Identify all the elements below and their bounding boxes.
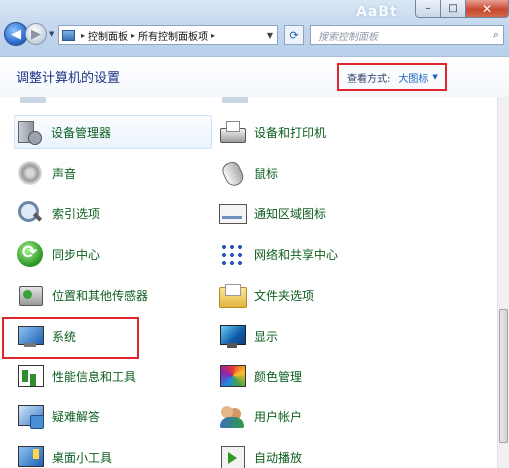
address-bar[interactable]: ▸ 控制面板 ▸ 所有控制面板项 ▸ ▼	[58, 25, 278, 45]
item-label: 鼠标	[254, 166, 279, 181]
breadcrumb-separator[interactable]: ▸	[211, 31, 215, 40]
performance-icon	[16, 362, 44, 390]
item-label: 位置和其他传感器	[52, 288, 149, 303]
item-location-sensors[interactable]: 位置和其他传感器	[16, 278, 148, 312]
chevron-down-icon[interactable]: ▼	[432, 73, 437, 81]
item-label: 索引选项	[52, 206, 101, 221]
breadcrumb-all-items[interactable]: 所有控制面板项	[138, 28, 208, 43]
item-label: 用户帐户	[254, 409, 303, 424]
address-dropdown-button[interactable]: ▼	[267, 31, 277, 40]
refresh-button[interactable]: ⟳	[284, 25, 304, 45]
item-mouse[interactable]: 鼠标	[218, 156, 278, 190]
breadcrumb-separator[interactable]: ▸	[131, 31, 135, 40]
item-autoplay[interactable]: 自动播放	[218, 440, 302, 468]
search-box[interactable]: 搜索控制面板 ⌕	[310, 25, 504, 45]
item-label: 通知区域图标	[254, 206, 327, 221]
item-label: 颜色管理	[254, 369, 303, 384]
user-accounts-icon	[218, 402, 246, 430]
scrollbar-thumb[interactable]	[499, 309, 508, 443]
item-user-accounts[interactable]: 用户帐户	[218, 399, 302, 433]
vertical-scrollbar[interactable]	[497, 97, 509, 468]
item-sync-center[interactable]: 同步中心	[16, 237, 100, 271]
control-panel-items: 设备管理器 设备和打印机 声音 鼠标 索引选项 通知区域图标 同步中心 网络和共…	[0, 97, 497, 468]
sync-center-icon	[16, 240, 44, 268]
item-label: 桌面小工具	[52, 450, 113, 465]
location-sensors-icon	[16, 281, 44, 309]
item-label: 设备管理器	[51, 125, 112, 140]
indexing-options-icon	[16, 199, 44, 227]
page-title: 调整计算机的设置	[16, 71, 121, 86]
desktop-gadgets-icon	[16, 443, 44, 468]
sound-icon	[16, 159, 44, 187]
view-by-control: 查看方式: 大图标 ▼	[337, 63, 447, 91]
item-device-manager[interactable]: 设备管理器	[14, 115, 212, 149]
item-performance[interactable]: 性能信息和工具	[16, 359, 136, 393]
brand-watermark: AaBt	[356, 4, 398, 20]
search-icon[interactable]: ⌕	[493, 28, 499, 42]
network-sharing-icon	[218, 240, 246, 268]
item-network-sharing[interactable]: 网络和共享中心	[218, 237, 338, 271]
troubleshooting-icon	[16, 402, 44, 430]
item-label: 性能信息和工具	[52, 369, 137, 384]
maximize-button[interactable]: □	[441, 0, 466, 18]
color-management-icon	[218, 362, 246, 390]
notification-area-icon	[218, 199, 247, 227]
item-devices-printers[interactable]: 设备和打印机	[218, 115, 326, 149]
folder-options-icon	[218, 281, 247, 309]
item-desktop-gadgets[interactable]: 桌面小工具	[16, 440, 112, 468]
forward-button[interactable]: ▶	[25, 23, 47, 45]
item-folder-options[interactable]: 文件夹选项	[218, 278, 314, 312]
close-button[interactable]: ✕	[466, 0, 509, 18]
caption-buttons: – □ ✕	[415, 0, 509, 18]
item-color-management[interactable]: 颜色管理	[218, 359, 302, 393]
view-by-dropdown[interactable]: 大图标	[398, 70, 428, 85]
item-label: 声音	[52, 166, 77, 181]
item-display[interactable]: 显示	[218, 319, 278, 353]
item-label: 设备和打印机	[254, 125, 327, 140]
item-indexing-options[interactable]: 索引选项	[16, 196, 100, 230]
item-label: 自动播放	[254, 450, 303, 465]
item-label: 同步中心	[52, 247, 101, 262]
breadcrumb-control-panel[interactable]: 控制面板	[88, 28, 128, 43]
window-chrome: AaBt – □ ✕ ◀ ▶ ▼ ▸ 控制面板 ▸ 所有控制面板项 ▸ ▼ ⟳ …	[0, 0, 509, 57]
devices-printers-icon	[218, 118, 246, 146]
system-highlight-frame	[2, 317, 139, 359]
mouse-icon	[218, 159, 246, 187]
item-label: 网络和共享中心	[254, 247, 339, 262]
item-label: 显示	[254, 329, 279, 344]
breadcrumb-separator[interactable]: ▸	[81, 31, 85, 40]
control-panel-icon	[62, 29, 75, 41]
view-by-label: 查看方式:	[347, 73, 391, 85]
search-placeholder: 搜索控制面板	[318, 31, 378, 43]
device-manager-icon	[15, 118, 43, 146]
item-sound[interactable]: 声音	[16, 156, 76, 190]
content-header: 调整计算机的设置 查看方式: 大图标 ▼	[0, 57, 509, 97]
item-notification-icons[interactable]: 通知区域图标	[218, 196, 326, 230]
autoplay-icon	[218, 443, 246, 468]
item-label: 疑难解答	[52, 409, 101, 424]
item-troubleshooting[interactable]: 疑难解答	[16, 399, 100, 433]
recent-pages-dropdown[interactable]: ▼	[49, 30, 54, 38]
item-label: 文件夹选项	[254, 288, 315, 303]
minimize-button[interactable]: –	[415, 0, 441, 18]
display-icon	[218, 322, 246, 350]
navigation-buttons: ◀ ▶ ▼	[4, 22, 54, 46]
